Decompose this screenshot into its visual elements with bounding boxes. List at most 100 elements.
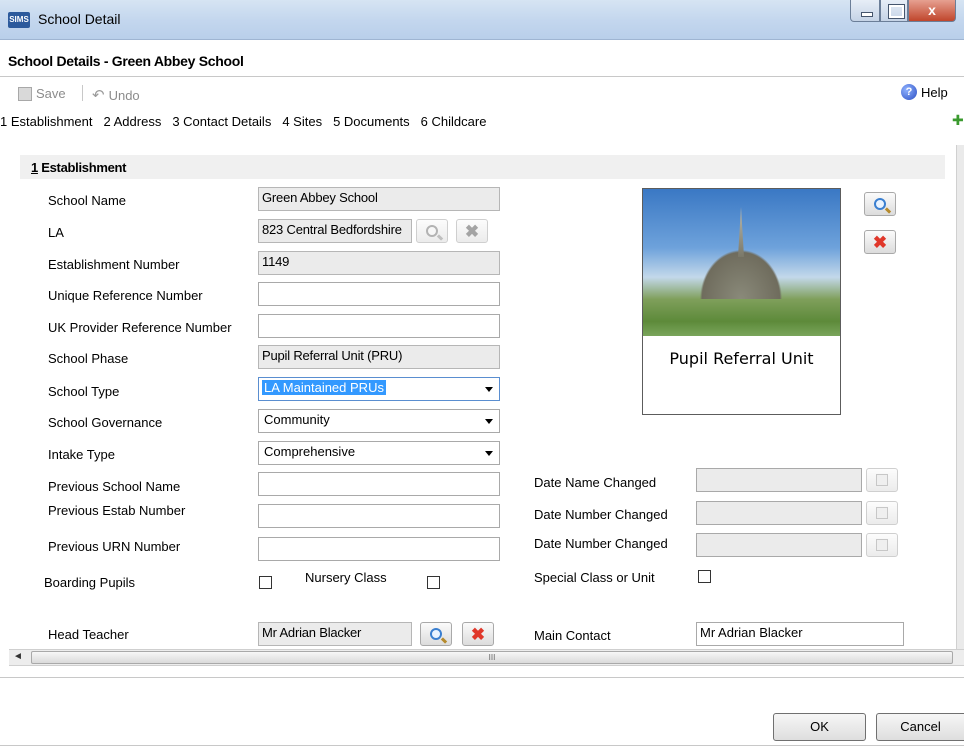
scroll-left-arrow-icon[interactable]: ◄ — [13, 651, 23, 662]
la-clear-button[interactable]: ✖ — [456, 219, 488, 243]
help-label: Help — [921, 84, 948, 100]
delete-icon: ✖ — [470, 624, 486, 644]
urn-label: Unique Reference Number — [48, 288, 203, 303]
previous-urn-field[interactable] — [258, 537, 500, 561]
head-teacher-search-button[interactable] — [420, 622, 452, 646]
picture-browse-button[interactable] — [864, 192, 896, 216]
search-icon — [426, 225, 438, 237]
tab-sites[interactable]: 4 Sites — [282, 114, 322, 129]
boarding-pupils-checkbox[interactable] — [259, 576, 272, 589]
school-governance-select[interactable]: Community — [258, 409, 500, 433]
maximize-button[interactable] — [880, 0, 908, 22]
tab-childcare[interactable]: 6 Childcare — [421, 114, 487, 129]
status-bar-divider — [0, 745, 964, 746]
nursery-class-label: Nursery Class — [305, 570, 387, 585]
date-name-changed-label: Date Name Changed — [534, 475, 657, 490]
previous-school-name-field[interactable] — [258, 472, 500, 496]
tab-address[interactable]: 2 Address — [104, 114, 162, 129]
horizontal-scrollbar[interactable]: ◄ III — [9, 649, 964, 666]
undo-button[interactable]: ↶ Undo — [92, 86, 140, 104]
date-number-changed-calendar-button[interactable] — [866, 501, 898, 525]
intake-type-select[interactable]: Comprehensive — [258, 441, 500, 465]
section-title-text: Establishment — [37, 160, 127, 175]
tab-documents[interactable]: 5 Documents — [333, 114, 410, 129]
school-name-label: School Name — [48, 193, 127, 208]
intake-type-label: Intake Type — [48, 447, 115, 462]
window-titlebar: SIMS School Detail x — [0, 0, 964, 40]
establishment-number-field[interactable]: 1149 — [258, 251, 500, 275]
calendar-icon — [876, 474, 888, 486]
footer-divider — [0, 677, 964, 678]
calendar-icon — [876, 507, 888, 519]
header-divider — [0, 76, 964, 77]
save-label: Save — [36, 86, 66, 101]
navigate-arrow-icon[interactable]: ✚ — [952, 112, 964, 129]
school-type-select[interactable]: LA Maintained PRUs — [258, 377, 500, 401]
dropdown-arrow-icon — [485, 387, 493, 392]
urn-field[interactable] — [258, 282, 500, 306]
picture-caption: Pupil Referral Unit — [669, 349, 814, 368]
special-class-label: Special Class or Unit — [534, 570, 655, 585]
intake-type-value: Comprehensive — [264, 444, 356, 459]
la-field[interactable]: 823 Central Bedfordshire — [258, 219, 412, 243]
delete-icon: ✖ — [464, 221, 480, 241]
school-type-value: LA Maintained PRUs — [262, 380, 386, 395]
picture-delete-button[interactable]: ✖ — [864, 230, 896, 254]
school-phase-field[interactable]: Pupil Referral Unit (PRU) — [258, 345, 500, 369]
boarding-pupils-label: Boarding Pupils — [44, 575, 136, 590]
la-search-button[interactable] — [416, 219, 448, 243]
minimize-button[interactable] — [850, 0, 880, 22]
date-number-changed-2-field[interactable] — [696, 533, 862, 557]
date-name-changed-field[interactable] — [696, 468, 862, 492]
horizontal-scroll-thumb[interactable]: III — [31, 651, 953, 664]
school-governance-value: Community — [264, 412, 330, 427]
date-number-changed-label: Date Number Changed — [534, 507, 668, 522]
cancel-button[interactable]: Cancel — [876, 713, 964, 741]
section-tabs: 1 Establishment 2 Address 3 Contact Deta… — [0, 114, 497, 129]
head-teacher-clear-button[interactable]: ✖ — [462, 622, 494, 646]
main-contact-label: Main Contact — [534, 628, 611, 643]
previous-estab-number-label: Previous Estab Number — [48, 503, 186, 518]
date-name-changed-calendar-button[interactable] — [866, 468, 898, 492]
school-name-field[interactable]: Green Abbey School — [258, 187, 500, 211]
section-header-bar — [20, 155, 945, 179]
search-icon — [430, 628, 442, 640]
head-teacher-label: Head Teacher — [48, 627, 129, 642]
photo-spire — [738, 207, 744, 257]
calendar-icon — [876, 539, 888, 551]
section-title: 1 Establishment — [31, 160, 127, 175]
dropdown-arrow-icon — [485, 419, 493, 424]
help-button[interactable]: ? Help — [901, 84, 948, 100]
undo-icon: ↶ — [92, 87, 105, 104]
ukprn-field[interactable] — [258, 314, 500, 338]
school-phase-label: School Phase — [48, 351, 129, 366]
tab-establishment[interactable]: 1 Establishment — [0, 114, 93, 129]
delete-icon: ✖ — [872, 232, 888, 252]
previous-school-name-label: Previous School Name — [48, 479, 181, 494]
search-icon — [874, 198, 886, 210]
school-picture: Pupil Referral Unit — [642, 188, 841, 415]
nursery-class-checkbox[interactable] — [427, 576, 440, 589]
date-number-changed-field[interactable] — [696, 501, 862, 525]
previous-estab-number-field[interactable] — [258, 504, 500, 528]
vertical-scrollbar[interactable] — [956, 145, 964, 650]
page-title: School Details - Green Abbey School — [8, 53, 244, 69]
ok-button[interactable]: OK — [773, 713, 866, 741]
ukprn-label: UK Provider Reference Number — [48, 320, 232, 335]
date-number-changed-2-label: Date Number Changed — [534, 536, 668, 551]
head-teacher-field[interactable]: Mr Adrian Blacker — [258, 622, 412, 646]
save-icon — [18, 86, 32, 101]
main-contact-field[interactable]: Mr Adrian Blacker — [696, 622, 904, 646]
window-title: School Detail — [38, 11, 121, 27]
sims-app-icon: SIMS — [8, 12, 30, 28]
school-type-label: School Type — [48, 384, 120, 399]
school-governance-label: School Governance — [48, 415, 163, 430]
save-button[interactable]: Save — [18, 86, 66, 101]
toolbar-divider — [82, 85, 83, 101]
tab-contact-details[interactable]: 3 Contact Details — [172, 114, 271, 129]
previous-urn-label: Previous URN Number — [48, 539, 181, 554]
close-button[interactable]: x — [908, 0, 956, 22]
special-class-checkbox[interactable] — [698, 570, 711, 583]
date-number-changed-2-calendar-button[interactable] — [866, 533, 898, 557]
school-photo — [643, 189, 840, 336]
